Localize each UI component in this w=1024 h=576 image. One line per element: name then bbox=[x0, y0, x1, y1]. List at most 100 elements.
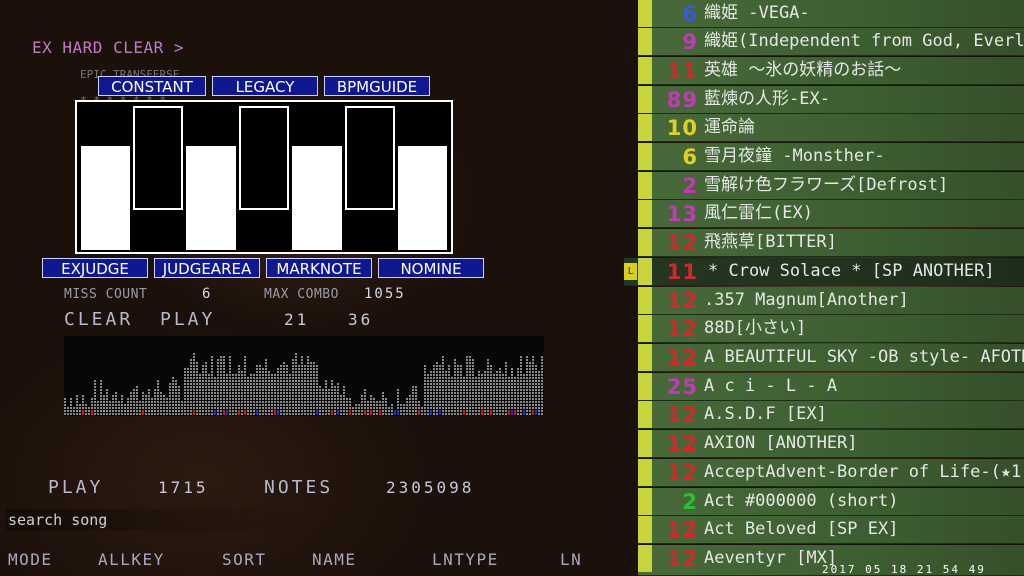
density-cell bbox=[274, 380, 276, 382]
density-cell bbox=[493, 404, 495, 406]
bpmguide-button[interactable]: BPMGUIDE bbox=[324, 76, 430, 96]
song-row[interactable]: 11 英雄 ～氷の妖精のお話～ bbox=[638, 57, 1024, 85]
density-cell bbox=[436, 371, 438, 373]
judgearea-button[interactable]: JUDGEAREA bbox=[154, 258, 260, 278]
sort-option[interactable]: SORT bbox=[222, 550, 267, 569]
song-row[interactable]: 10 運命論 bbox=[638, 114, 1024, 142]
density-cell bbox=[421, 413, 423, 415]
song-row[interactable]: 6 雪月夜鐘 -Monsther- bbox=[638, 143, 1024, 171]
density-cell bbox=[271, 401, 273, 403]
density-cell bbox=[430, 404, 432, 406]
density-cell bbox=[328, 395, 330, 397]
density-cell bbox=[529, 368, 531, 370]
density-cell bbox=[448, 395, 450, 397]
density-cell bbox=[442, 410, 444, 412]
song-row[interactable]: 89 藍煉の人形-EX- bbox=[638, 86, 1024, 114]
density-cell bbox=[364, 392, 366, 394]
mode-option[interactable]: MODE bbox=[8, 550, 53, 569]
density-cell bbox=[94, 407, 96, 409]
density-cell bbox=[367, 407, 369, 409]
song-row[interactable]: 12 AXION [ANOTHER] bbox=[638, 430, 1024, 458]
density-cell bbox=[499, 383, 501, 385]
density-cell bbox=[187, 389, 189, 391]
density-cell bbox=[208, 410, 210, 412]
density-cell bbox=[262, 374, 264, 376]
song-level: 12 bbox=[666, 547, 698, 571]
density-cell bbox=[202, 398, 204, 400]
density-cell bbox=[304, 395, 306, 397]
song-row[interactable]: 12 Act Beloved [SP EX] bbox=[638, 516, 1024, 544]
name-option[interactable]: NAME bbox=[312, 550, 357, 569]
density-cell bbox=[301, 413, 303, 415]
density-cell bbox=[217, 374, 219, 376]
density-cell bbox=[484, 374, 486, 376]
density-cell bbox=[340, 395, 342, 397]
density-cell bbox=[229, 392, 231, 394]
search-input[interactable] bbox=[6, 509, 310, 531]
density-cell bbox=[511, 398, 513, 400]
density-cell bbox=[205, 392, 207, 394]
density-cell bbox=[535, 407, 537, 409]
song-row[interactable]: 12 88D[小さい] bbox=[638, 315, 1024, 343]
density-cell bbox=[529, 404, 531, 406]
density-cell bbox=[268, 401, 270, 403]
density-cell bbox=[442, 389, 444, 391]
density-cell bbox=[88, 407, 90, 409]
density-cell bbox=[220, 380, 222, 382]
clear-lamp bbox=[638, 258, 652, 285]
density-cell bbox=[367, 404, 369, 406]
song-row[interactable]: 2 雪解け色フラワーズ[Defrost] bbox=[638, 172, 1024, 200]
density-cell bbox=[190, 395, 192, 397]
density-cell bbox=[502, 389, 504, 391]
density-cell bbox=[229, 359, 231, 361]
song-row[interactable]: 13 風仁雷仁(EX) bbox=[638, 200, 1024, 228]
density-cell bbox=[454, 413, 456, 415]
density-cell bbox=[280, 377, 282, 379]
density-cell bbox=[205, 377, 207, 379]
legacy-button[interactable]: LEGACY bbox=[212, 76, 318, 96]
density-cell bbox=[226, 380, 228, 382]
density-cell bbox=[478, 401, 480, 403]
constant-button[interactable]: CONSTANT bbox=[98, 76, 206, 96]
density-cell bbox=[268, 410, 270, 412]
song-row[interactable]: 2 Act #000000 (short) bbox=[638, 488, 1024, 516]
density-cell bbox=[466, 377, 468, 379]
song-row[interactable]: 12 A BEAUTIFUL SKY -OB style- AFOTHER bbox=[638, 344, 1024, 372]
density-cell bbox=[493, 398, 495, 400]
density-cell bbox=[187, 374, 189, 376]
song-row[interactable]: 12 .357 Magnum[Another] bbox=[638, 287, 1024, 315]
total-play-label: PLAY bbox=[48, 477, 104, 498]
density-cell bbox=[325, 392, 327, 394]
density-cell bbox=[505, 392, 507, 394]
density-cell bbox=[319, 398, 321, 400]
lntype-option[interactable]: LNTYPE bbox=[432, 550, 499, 569]
song-row[interactable]: 12 AcceptAdvent-Border of Life-(★1) bbox=[638, 459, 1024, 487]
song-row[interactable]: 9 織姫(Independent from God, Everla bbox=[638, 28, 1024, 56]
density-cell bbox=[313, 410, 315, 412]
song-row[interactable]: 6 織姫 -VEGA- bbox=[638, 0, 1024, 28]
density-cell bbox=[409, 401, 411, 403]
density-cell bbox=[238, 401, 240, 403]
song-list[interactable]: 6 織姫 -VEGA- 9 織姫(Independent from God, E… bbox=[624, 0, 1024, 576]
density-cell bbox=[313, 395, 315, 397]
density-cell bbox=[280, 410, 282, 412]
density-cell bbox=[229, 374, 231, 376]
density-cell bbox=[430, 401, 432, 403]
nomine-button[interactable]: NOMINE bbox=[378, 258, 484, 278]
density-cell bbox=[304, 392, 306, 394]
exjudge-button[interactable]: EXJUDGE bbox=[42, 258, 148, 278]
marknote-button[interactable]: MARKNOTE bbox=[266, 258, 372, 278]
song-row[interactable]: 25 A c i - L - A bbox=[638, 373, 1024, 401]
song-row[interactable]: 12 飛燕草[BITTER] bbox=[638, 229, 1024, 257]
song-row-selected[interactable]: L 11 * Crow Solace * [SP ANOTHER] bbox=[624, 258, 1024, 286]
density-cell bbox=[217, 407, 219, 409]
allkey-option[interactable]: ALLKEY bbox=[98, 550, 165, 569]
density-cell bbox=[199, 410, 201, 412]
density-cell bbox=[205, 386, 207, 388]
ln-option[interactable]: LN bbox=[560, 550, 582, 569]
density-cell bbox=[340, 413, 342, 415]
density-cell bbox=[511, 395, 513, 397]
density-cell bbox=[541, 386, 543, 388]
song-row[interactable]: 12 A.S.D.F [EX] bbox=[638, 401, 1024, 429]
density-cell bbox=[460, 368, 462, 370]
